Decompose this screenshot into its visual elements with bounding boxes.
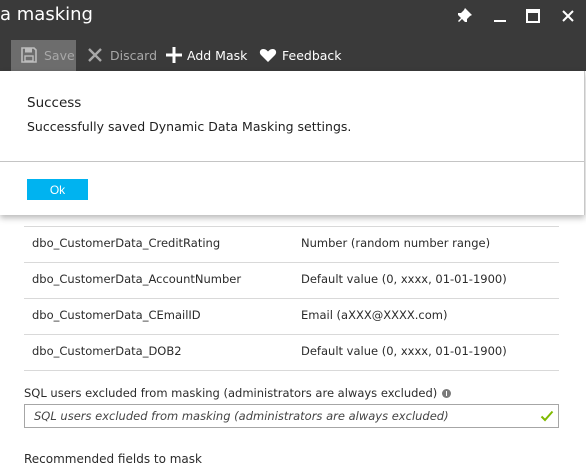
mask-field-name: dbo_CustomerData_DOB2: [32, 344, 182, 358]
mask-field-name: dbo_CustomerData_CEmailID: [32, 308, 201, 322]
save-label: Save: [44, 47, 75, 63]
blade-header: a masking: [0, 0, 586, 34]
discard-icon: [86, 46, 104, 64]
excluded-users-label: SQL users excluded from masking (adminis…: [24, 386, 452, 400]
excluded-users-label-text: SQL users excluded from masking (adminis…: [24, 386, 438, 400]
pin-icon[interactable]: [452, 4, 478, 28]
dialog-divider: [0, 161, 584, 162]
ok-button[interactable]: Ok: [27, 179, 88, 200]
feedback-label: Feedback: [282, 47, 342, 63]
close-icon[interactable]: [555, 4, 581, 28]
plus-icon: [165, 46, 183, 64]
add-mask-label: Add Mask: [187, 47, 248, 63]
excluded-users-input[interactable]: SQL users excluded from masking (adminis…: [24, 404, 559, 428]
checkmark-icon: [540, 409, 554, 423]
discard-button[interactable]: Discard: [86, 40, 157, 70]
blade-title: a masking: [0, 4, 93, 25]
table-row[interactable]: dbo_CustomerData_CEmailID Email (aXXX@XX…: [24, 298, 559, 335]
mask-function: Email (aXXX@XXXX.com): [301, 308, 448, 322]
excluded-users-placeholder: SQL users excluded from masking (adminis…: [34, 409, 449, 423]
info-icon[interactable]: [442, 388, 452, 398]
dialog-message: Successfully saved Dynamic Data Masking …: [27, 119, 352, 134]
dialog-title: Success: [27, 95, 82, 111]
mask-field-name: dbo_CustomerData_AccountNumber: [32, 272, 242, 286]
maximize-icon[interactable]: [520, 4, 546, 28]
mask-field-name: dbo_CustomerData_CreditRating: [32, 236, 221, 250]
mask-function: Number (random number range): [301, 236, 491, 250]
add-mask-button[interactable]: Add Mask: [165, 40, 247, 70]
heart-icon: [259, 46, 277, 64]
mask-function: Default value (0, xxxx, 01-01-1900): [301, 272, 507, 286]
minimize-icon[interactable]: [487, 4, 513, 28]
feedback-button[interactable]: Feedback: [259, 40, 342, 70]
recommended-fields-heading: Recommended fields to mask: [24, 452, 202, 466]
discard-label: Discard: [110, 47, 157, 63]
table-row[interactable]: dbo_CustomerData_DOB2 Default value (0, …: [24, 334, 559, 371]
success-dialog: Success Successfully saved Dynamic Data …: [0, 71, 585, 215]
table-row[interactable]: dbo_CustomerData_AccountNumber Default v…: [24, 262, 559, 299]
save-button[interactable]: Save: [20, 40, 75, 70]
table-row[interactable]: dbo_CustomerData_CreditRating Number (ra…: [24, 226, 559, 263]
mask-function: Default value (0, xxxx, 01-01-1900): [301, 344, 507, 358]
save-icon: [20, 46, 38, 64]
